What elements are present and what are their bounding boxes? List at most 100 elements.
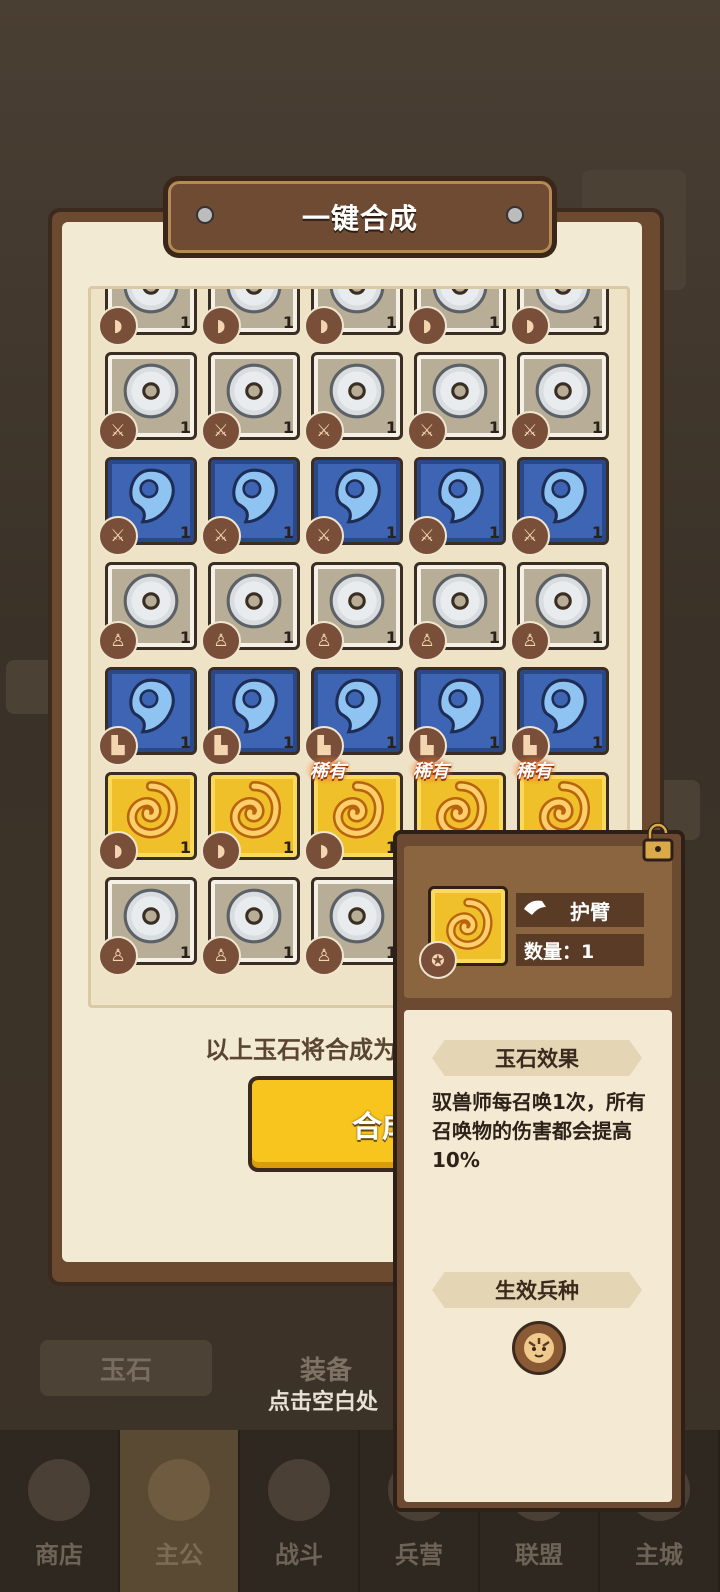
- jade-slot[interactable]: 1 ◗: [201, 772, 300, 871]
- tab-label: 战斗: [275, 1541, 323, 1569]
- jade-slot[interactable]: 1♙: [407, 562, 506, 661]
- jade-slot[interactable]: 1 ⚔: [304, 352, 403, 451]
- modal-title: 一键合成: [301, 202, 418, 235]
- armguard-icon: ◗: [510, 306, 550, 346]
- jade-slot[interactable]: 1 ▙: [98, 667, 197, 766]
- jade-count: 1: [488, 523, 500, 542]
- jade-count: 1: [282, 733, 294, 752]
- jade-slot[interactable]: 1 ▙: [407, 667, 506, 766]
- jade-slot[interactable]: 1 ◗: [98, 289, 197, 346]
- helmet-icon: ♙: [304, 936, 344, 976]
- helmet-icon: ♙: [304, 621, 344, 661]
- item-quantity: 数量：1: [524, 940, 595, 963]
- item-quantity-row: 数量：1: [516, 934, 644, 966]
- jade-slot[interactable]: 1 ⚔: [201, 457, 300, 556]
- effect-title: 玉石效果: [432, 1040, 642, 1076]
- jade-count: 1: [385, 523, 397, 542]
- jade-slot[interactable]: 1◗稀有: [304, 755, 403, 871]
- tab-battle: 战斗: [240, 1430, 360, 1592]
- jade-count: 1: [282, 838, 294, 857]
- jade-slot[interactable]: 1 ◗: [98, 772, 197, 871]
- jade-count: 1: [385, 733, 397, 752]
- jade-count: 1: [591, 523, 603, 542]
- jade-slot[interactable]: 1 ⚔: [510, 352, 609, 451]
- helmet-icon: ♙: [201, 621, 241, 661]
- jade-slot[interactable]: 1 ⚔: [304, 457, 403, 556]
- sword-icon: ⚔: [510, 516, 550, 556]
- jade-slot[interactable]: 1♙: [304, 877, 403, 976]
- armguard-icon: ◗: [98, 306, 138, 346]
- jade-count: 1: [282, 523, 294, 542]
- jade-slot[interactable]: 1 ◗: [201, 289, 300, 346]
- helmet-icon: ♙: [201, 936, 241, 976]
- armguard-icon: [524, 900, 546, 915]
- rivet-icon: [506, 206, 524, 224]
- jade-count: 1: [179, 313, 191, 332]
- jade-row: 1 ◗ 1 ◗ 1 ◗ 1 ◗ 1 ◗: [98, 289, 615, 346]
- jade-count: 1: [591, 313, 603, 332]
- jade-slot[interactable]: 1 ⚔: [98, 457, 197, 556]
- jade-count: 1: [282, 628, 294, 647]
- helmet-icon: ♙: [98, 621, 138, 661]
- sword-icon: ⚔: [304, 411, 344, 451]
- jade-slot[interactable]: 1♙: [201, 562, 300, 661]
- sword-icon: ⚔: [201, 516, 241, 556]
- unlocked-lock-icon[interactable]: [638, 822, 678, 862]
- jade-row: 1♙1♙1♙1♙1♙: [98, 562, 615, 661]
- armguard-icon: ◗: [201, 831, 241, 871]
- jade-slot[interactable]: 1 ⚔: [510, 457, 609, 556]
- tab-label: 主城: [635, 1541, 683, 1569]
- selected-jade-icon: ✪: [419, 886, 508, 979]
- jade-count: 1: [282, 418, 294, 437]
- lord-icon: [148, 1459, 210, 1521]
- jade-slot[interactable]: 1 ▙: [304, 667, 403, 766]
- jade-count: 1: [179, 733, 191, 752]
- jade-slot[interactable]: 1♙: [98, 877, 197, 976]
- helmet-icon: ♙: [407, 621, 447, 661]
- jade-count: 1: [179, 943, 191, 962]
- jade-slot[interactable]: 1♙: [510, 562, 609, 661]
- sword-icon: ⚔: [407, 411, 447, 451]
- tiger-icon: [512, 1321, 566, 1375]
- boots-icon: ▙: [201, 726, 241, 766]
- jade-row: 1 ⚔ 1 ⚔ 1 ⚔ 1 ⚔ 1 ⚔: [98, 457, 615, 556]
- tab-label: 主公: [155, 1541, 203, 1569]
- armguard-icon: ◗: [304, 306, 344, 346]
- boots-icon: ▙: [98, 726, 138, 766]
- jade-slot[interactable]: 1 ⚔: [201, 352, 300, 451]
- tiger-face-icon: [524, 1333, 554, 1363]
- jade-slot[interactable]: 1 ⚔: [98, 352, 197, 451]
- armguard-icon: ◗: [98, 831, 138, 871]
- jade-slot[interactable]: 1 ⚔: [407, 352, 506, 451]
- jade-slot[interactable]: 1 ⚔: [407, 457, 506, 556]
- jade-slot[interactable]: 1♙: [201, 877, 300, 976]
- jade-row: 1 ⚔ 1 ⚔ 1 ⚔ 1 ⚔ 1 ⚔: [98, 352, 615, 451]
- jade-slot[interactable]: 1 ▙: [510, 667, 609, 766]
- jade-count: 1: [591, 733, 603, 752]
- tab-lord: 主公: [120, 1430, 240, 1592]
- sword-icon: ⚔: [98, 516, 138, 556]
- jade-detail-body: [404, 1010, 672, 1502]
- jade-count: 1: [385, 313, 397, 332]
- jade-count: 1: [591, 418, 603, 437]
- item-name: 护臂: [570, 899, 610, 924]
- sword-icon: ⚔: [407, 516, 447, 556]
- jade-slot[interactable]: 1 ▙: [201, 667, 300, 766]
- jade-slot[interactable]: 1 ◗: [407, 289, 506, 346]
- jade-slot[interactable]: 1 ◗: [510, 289, 609, 346]
- jade-count: 1: [179, 418, 191, 437]
- jade-slot[interactable]: 1♙: [98, 562, 197, 661]
- jade-slot[interactable]: 1 ◗: [304, 289, 403, 346]
- item-name-row: 护臂: [516, 893, 644, 927]
- sword-icon: ⚔: [98, 411, 138, 451]
- jade-count: 1: [488, 313, 500, 332]
- helmet-icon: ♙: [510, 621, 550, 661]
- dismiss-hint: 点击空白处: [268, 1390, 379, 1415]
- tab-shop: 商店: [0, 1430, 120, 1592]
- armguard-icon: ◗: [304, 831, 344, 871]
- tab-label: 兵营: [395, 1541, 443, 1569]
- jade-slot[interactable]: 1♙: [304, 562, 403, 661]
- jade-count: 1: [179, 628, 191, 647]
- armguard-icon: ◗: [407, 306, 447, 346]
- tab-label: 商店: [35, 1541, 83, 1569]
